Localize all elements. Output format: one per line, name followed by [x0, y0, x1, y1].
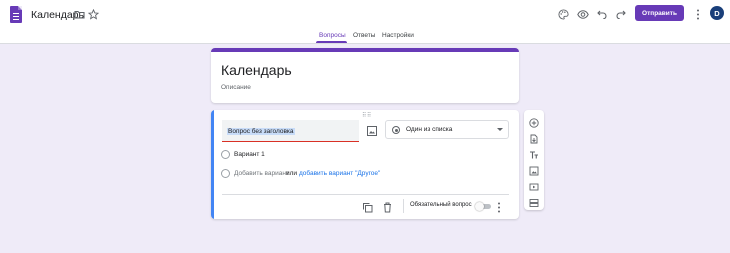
header-divider [0, 43, 730, 44]
more-vert-icon[interactable] [690, 7, 705, 22]
add-option-radio [221, 169, 230, 178]
footer-separator [403, 199, 404, 213]
question-type-select[interactable]: Один из списка [385, 120, 509, 139]
radio-type-icon [392, 126, 400, 134]
star-icon[interactable] [86, 7, 101, 22]
form-title-card[interactable]: Календарь Описание [211, 48, 519, 103]
option-radio [221, 150, 230, 159]
add-image-icon[interactable] [529, 163, 539, 176]
form-title[interactable]: Календарь [221, 62, 292, 78]
form-description-field[interactable]: Описание [221, 84, 251, 91]
tab-settings[interactable]: Настройки [382, 32, 414, 39]
question-type-label: Один из списка [406, 126, 453, 133]
avatar[interactable]: D [710, 6, 724, 20]
eye-preview-icon[interactable] [575, 7, 590, 22]
or-text: или [286, 170, 298, 177]
undo-icon[interactable] [594, 7, 609, 22]
active-card-indicator [211, 110, 214, 219]
option-label[interactable]: Вариант 1 [234, 151, 265, 158]
folder-icon[interactable] [72, 7, 87, 22]
import-questions-icon[interactable] [529, 131, 539, 144]
chevron-down-icon [497, 128, 503, 131]
add-video-icon[interactable] [529, 179, 539, 191]
tab-bar: Вопросы Ответы Настройки [0, 30, 730, 44]
add-section-icon[interactable] [529, 195, 539, 207]
card-footer-divider [222, 194, 509, 195]
floating-toolbar [524, 110, 544, 210]
add-question-icon[interactable] [529, 115, 539, 128]
add-option-link[interactable]: Добавить вариант [234, 170, 289, 177]
required-toggle-knob[interactable] [475, 202, 484, 211]
forms-logo-icon[interactable] [10, 6, 22, 23]
delete-icon[interactable] [382, 200, 393, 213]
tab-questions[interactable]: Вопросы [319, 32, 346, 39]
question-title-text: Вопрос без заголовка [227, 128, 295, 135]
question-title-input[interactable]: Вопрос без заголовка [222, 120, 359, 142]
send-button[interactable]: Отправить [635, 5, 684, 21]
add-title-icon[interactable] [529, 147, 539, 159]
redo-icon[interactable] [613, 7, 628, 22]
palette-icon[interactable] [556, 7, 571, 22]
question-card[interactable]: ⠿⠿ Вопрос без заголовка Один из списка В… [211, 110, 519, 219]
add-other-link[interactable]: добавить вариант "Другое" [299, 170, 380, 177]
tab-responses[interactable]: Ответы [353, 32, 375, 39]
duplicate-icon[interactable] [362, 200, 373, 213]
more-vert-icon[interactable] [497, 200, 503, 213]
drag-handle-icon[interactable]: ⠿⠿ [362, 112, 372, 119]
required-label: Обязательный вопрос [410, 202, 472, 208]
top-header: Календарь Отправить D Вопросы Ответы Нас… [0, 0, 730, 44]
add-image-icon[interactable] [366, 124, 378, 136]
